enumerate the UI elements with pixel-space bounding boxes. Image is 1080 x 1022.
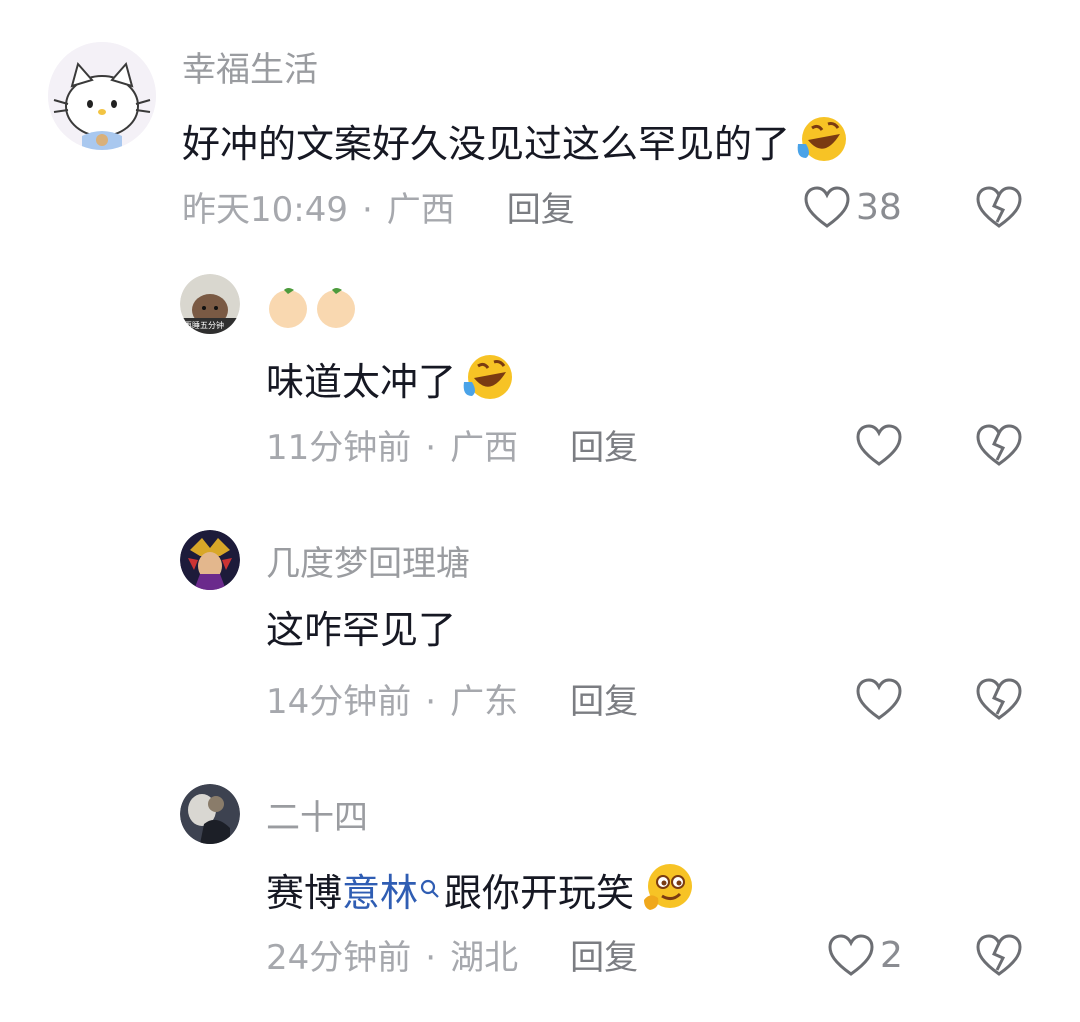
comment-text: 赛博 意林 跟你开玩笑 [266, 862, 696, 923]
like-count: 2 [880, 935, 903, 976]
comment-meta: 昨天10:49 · 广西 回复 [182, 190, 575, 230]
comment-text-suffix: 跟你开玩笑 [444, 870, 635, 915]
dislike-button[interactable] [976, 424, 1022, 472]
username[interactable]: 几度梦回理塘 [266, 544, 470, 584]
username[interactable]: 幸福生活 [182, 50, 318, 90]
reply-button[interactable]: 回复 [570, 682, 638, 722]
separator: · [425, 938, 437, 978]
dislike-button[interactable] [976, 934, 1022, 982]
avatar[interactable] [48, 42, 156, 150]
comment-text: 好冲的文案好久没见过这么罕见的了 [182, 114, 852, 173]
timestamp: 24分钟前 [266, 938, 412, 978]
comment-text: 这咋罕见了 [266, 608, 456, 652]
search-link[interactable]: 意林 [342, 871, 418, 915]
like-button[interactable] [856, 678, 908, 722]
broken-heart-icon [976, 678, 1022, 720]
rofl-emoji [460, 352, 518, 411]
username[interactable]: 二十四 [266, 798, 368, 838]
location: 广西 [386, 190, 455, 230]
timestamp: 昨天10:49 [182, 190, 348, 230]
reply-button[interactable]: 回复 [507, 190, 575, 230]
heart-outline-icon [856, 424, 902, 466]
rofl-emoji [794, 114, 852, 173]
search-icon[interactable] [420, 871, 440, 915]
broken-heart-icon [976, 934, 1022, 976]
dislike-button[interactable] [976, 186, 1022, 234]
separator: · [425, 428, 437, 468]
avatar[interactable] [180, 784, 240, 844]
avatar[interactable]: 再睡五分钟 [180, 274, 240, 334]
separator: · [361, 190, 373, 230]
comment-text: 味道太冲了 [266, 352, 518, 411]
location: 广西 [450, 428, 519, 468]
comment-meta: 14分钟前 · 广东 回复 [266, 682, 638, 722]
comment-text-content: 味道太冲了 [266, 359, 457, 404]
comment-text-content: 这咋罕见了 [266, 608, 457, 652]
dislike-button[interactable] [976, 678, 1022, 726]
broken-heart-icon [976, 424, 1022, 466]
orange-fruit-emoji-pair [266, 284, 362, 334]
like-button[interactable]: 2 [828, 934, 903, 978]
like-count: 38 [856, 187, 902, 228]
location: 广东 [450, 682, 519, 722]
comment-meta: 11分钟前 · 广西 回复 [266, 428, 638, 468]
broken-heart-icon [976, 186, 1022, 228]
timestamp: 14分钟前 [266, 682, 412, 722]
thinking-smirk-emoji [638, 862, 696, 923]
timestamp: 11分钟前 [266, 428, 412, 468]
avatar[interactable] [180, 530, 240, 590]
heart-outline-icon [828, 934, 874, 976]
avatar-caption: 再睡五分钟 [184, 321, 224, 330]
heart-outline-icon [804, 186, 850, 228]
location: 湖北 [450, 938, 519, 978]
heart-outline-icon [856, 678, 902, 720]
comment-text-prefix: 赛博 [266, 870, 343, 915]
reply-button[interactable]: 回复 [570, 938, 638, 978]
like-button[interactable] [856, 424, 908, 468]
comment-text-content: 好冲的文案好久没见过这么罕见的了 [182, 121, 791, 166]
comment-meta: 24分钟前 · 湖北 回复 [266, 938, 638, 978]
like-button[interactable]: 38 [804, 186, 902, 230]
separator: · [425, 682, 437, 722]
reply-button[interactable]: 回复 [570, 428, 638, 468]
